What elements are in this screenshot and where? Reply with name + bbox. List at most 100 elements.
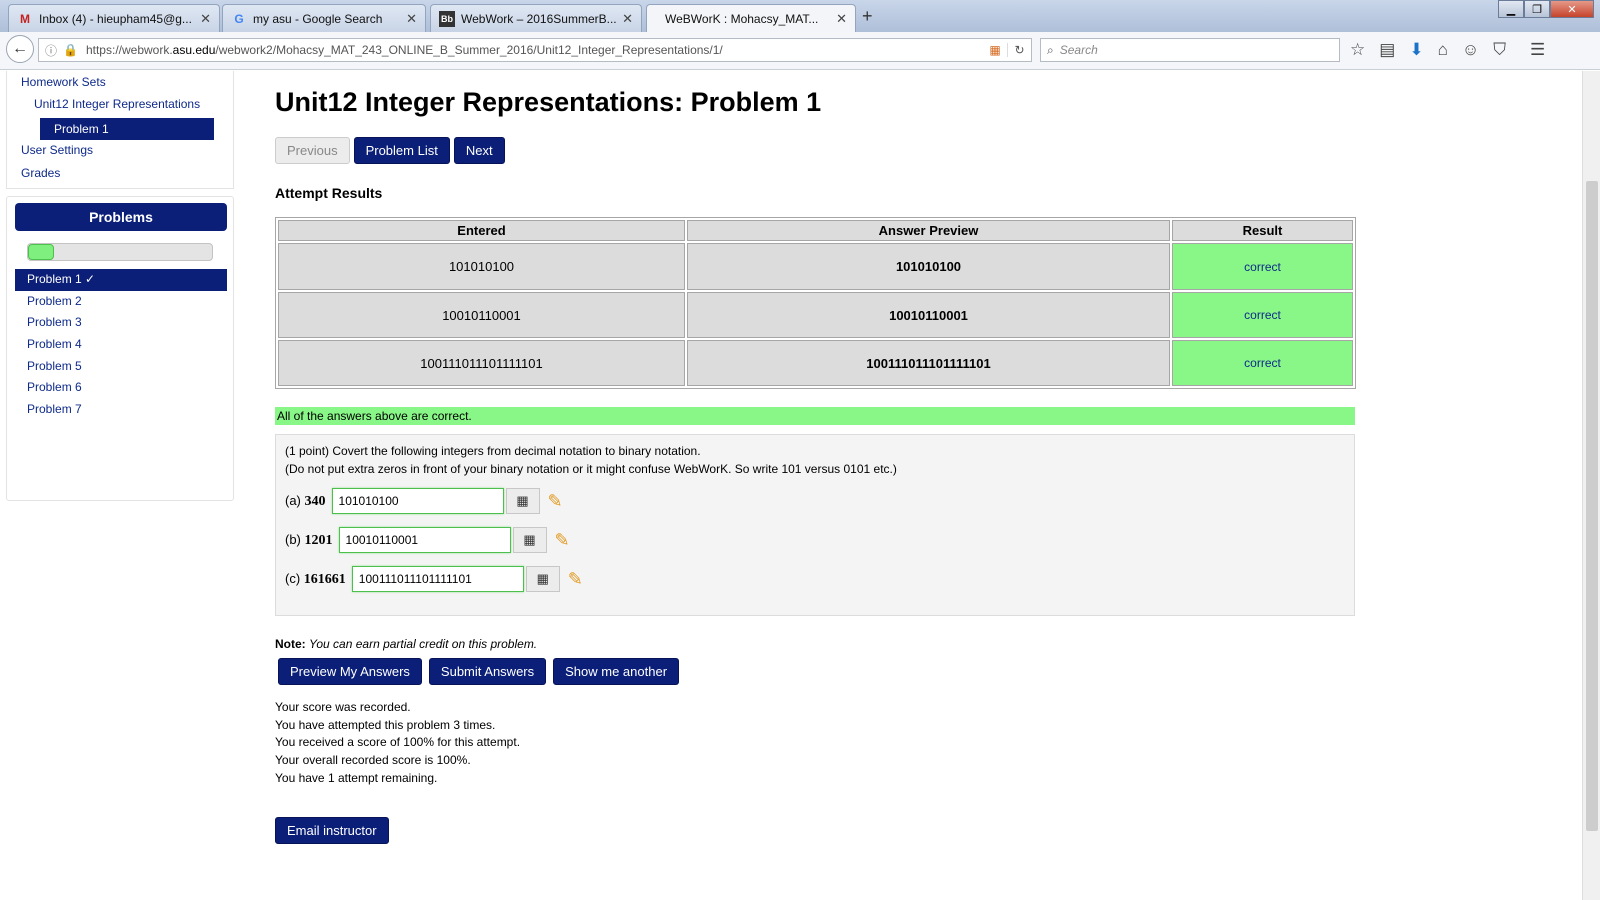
back-arrow-icon[interactable]: ← [6,35,34,63]
progress-fill [28,244,55,260]
blackboard-icon: Bb [439,10,455,27]
submit-answers-button[interactable]: Submit Answers [428,658,547,685]
reading-list-icon[interactable]: ▤ [1379,40,1395,60]
problems-panel: Problems Problem 1 ✓ Problem 2 Problem 3… [6,196,234,501]
problem-list-item[interactable]: Problem 6 [15,377,227,399]
close-icon[interactable]: ✕ [200,11,211,27]
close-icon[interactable]: ✕ [406,11,417,27]
column-header: Entered [278,220,685,241]
sidebar-item-grades[interactable]: Grades [21,166,60,180]
problem-list-item[interactable]: Problem 3 [15,312,227,334]
problem-list-item[interactable]: Problem 5 [15,356,227,378]
close-icon[interactable]: ✕ [622,11,633,27]
score-line: You have 1 attempt remaining. [275,770,438,785]
partial-credit-note: Note: You can earn partial credit on thi… [275,637,538,651]
search-input[interactable]: ⌕ Search [1040,38,1340,62]
url-text: https://webwork.asu.edu/webwork2/Mohacsy… [85,43,723,57]
google-icon: G [234,11,244,26]
problems-panel-title: Problems [15,203,227,231]
pencil-icon[interactable]: ✎ [568,569,583,590]
pencil-icon[interactable]: ✎ [555,530,570,551]
next-button[interactable]: Next [453,137,505,164]
equation-editor-icon[interactable]: ▦ [512,527,547,553]
results-table: Entered Answer Preview Result 101010100 … [275,217,1356,389]
answer-row-b: (b) 1201 ▦ ✎ [285,527,570,553]
email-instructor-button[interactable]: Email instructor [275,817,389,844]
score-line: You received a score of 100% for this at… [275,735,521,750]
entered-cell: 101010100 [278,243,685,290]
pencil-icon[interactable]: ✎ [548,491,563,512]
sidebar-item-user-settings[interactable]: User Settings [21,143,93,157]
browser-tab-bar: M Inbox (4) - hieupham45@g... ✕ G my asu… [0,0,1600,32]
submission-buttons: Preview My Answers Submit Answers Show m… [278,658,680,685]
tab-title: WeBWorK : Mohacsy_MAT... [665,11,819,26]
entered-cell: 100111011101111101 [278,340,685,386]
tab-title: my asu - Google Search [253,11,383,26]
problem-nav: Previous Problem List Next [275,137,505,164]
minimize-icon[interactable]: ▁ [1498,0,1524,18]
previous-button[interactable]: Previous [275,137,350,164]
tab-title: Inbox (4) - hieupham45@g... [39,11,192,26]
equation-editor-icon[interactable]: ▦ [505,488,540,514]
menu-icon[interactable]: ☰ [1530,40,1545,60]
attempt-results-heading: Attempt Results [275,185,383,201]
pocket-icon[interactable]: ⛉ [1493,40,1506,60]
tab-google-search[interactable]: G my asu - Google Search ✕ [222,4,426,32]
result-cell: correct [1172,292,1353,338]
tab-blackboard[interactable]: Bb WebWork – 2016SummerB... ✕ [430,4,642,32]
result-cell: correct [1172,340,1353,386]
answer-input-b[interactable] [338,527,511,553]
column-header: Answer Preview [687,220,1170,241]
tab-gmail[interactable]: M Inbox (4) - hieupham45@g... ✕ [8,4,220,32]
maximize-icon[interactable]: ❐ [1524,0,1550,18]
reload-icon[interactable]: ↻ [1007,43,1031,57]
column-header: Result [1172,220,1353,241]
result-cell: correct [1172,243,1353,290]
scrollbar-thumb[interactable] [1586,181,1598,831]
sidebar-nav: Homework Sets Unit12 Integer Representat… [6,71,234,189]
answer-label: (c) 161661 [285,570,346,587]
table-row: 101010100 101010100 correct [278,243,1353,290]
problem-list-item[interactable]: Problem 2 [15,291,227,313]
show-another-button[interactable]: Show me another [553,658,680,685]
entered-cell: 10010110001 [278,292,685,338]
score-line: Your score was recorded. [275,700,411,714]
problem-statement: (1 point) Covert the following integers … [285,444,701,458]
problem-list-item[interactable]: Problem 1 ✓ [15,269,227,291]
answer-input-a[interactable] [331,488,504,514]
answer-input-c[interactable] [351,566,524,592]
info-icon[interactable]: ⓘ [45,42,57,59]
problem-list-button[interactable]: Problem List [353,137,450,164]
download-icon[interactable]: ⬇ [1409,40,1423,60]
bookmark-star-icon[interactable]: ☆ [1350,40,1365,60]
answer-label: (a) 340 [285,492,326,509]
table-row: 10010110001 10010110001 correct [278,292,1353,338]
sidebar-item-homework-sets[interactable]: Homework Sets [21,75,106,89]
address-bar[interactable]: ⓘ 🔒 https://webwork.asu.edu/webwork2/Moh… [38,38,1032,62]
tab-title: WebWork – 2016SummerB... [461,11,617,26]
score-line: Your overall recorded score is 100%. [275,753,471,768]
search-icon: ⌕ [1047,42,1054,57]
problem-box: (1 point) Covert the following integers … [275,434,1355,616]
sidebar-item-current-problem[interactable]: Problem 1 [40,118,214,140]
extension-icon[interactable]: ▦ [983,43,1007,57]
tab-webwork-active[interactable]: WeBWorK : Mohacsy_MAT... ✕ [646,4,856,32]
home-icon[interactable]: ⌂ [1438,40,1448,60]
equation-editor-icon[interactable]: ▦ [525,566,560,592]
sidebar-item-set[interactable]: Unit12 Integer Representations [34,97,200,111]
problem-list-item[interactable]: Problem 4 [15,334,227,356]
preview-cell: 100111011101111101 [687,340,1170,386]
window-close-icon[interactable]: ✕ [1550,0,1594,18]
answer-row-a: (a) 340 ▦ ✎ [285,488,563,514]
new-tab-icon[interactable]: + [862,6,873,27]
table-row: 100111011101111101 100111011101111101 co… [278,340,1353,386]
vertical-scrollbar[interactable] [1582,71,1600,900]
answer-row-c: (c) 161661 ▦ ✎ [285,566,583,592]
answer-label: (b) 1201 [285,531,333,548]
page-title: Unit12 Integer Representations: Problem … [275,87,822,117]
preview-cell: 10010110001 [687,292,1170,338]
preview-answers-button[interactable]: Preview My Answers [278,658,422,685]
chat-icon[interactable]: ☺ [1462,40,1479,60]
close-icon[interactable]: ✕ [836,11,847,27]
problem-list-item[interactable]: Problem 7 [15,399,227,421]
